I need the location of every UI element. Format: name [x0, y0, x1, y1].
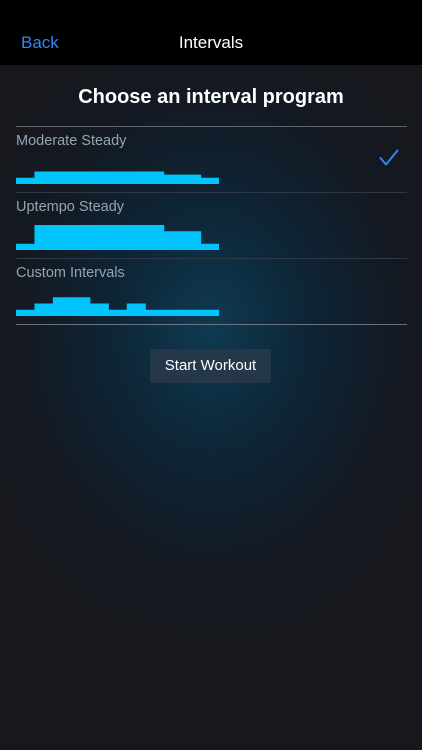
profile-segment: [108, 171, 128, 184]
page-heading: Choose an interval program: [78, 86, 344, 108]
program-row-custom-intervals[interactable]: Custom Intervals: [16, 258, 407, 324]
profile-segment: [163, 231, 183, 250]
profile-segment: [182, 174, 202, 184]
profile-segment: [89, 225, 109, 250]
profile-segment: [52, 297, 72, 316]
profile-segment: [52, 171, 72, 184]
profile-segment: [182, 309, 202, 316]
profile-segment: [200, 243, 219, 250]
program-list: Moderate Steady Uptempo Steady Custom In…: [16, 126, 407, 325]
program-name: Moderate Steady: [16, 133, 127, 149]
intensity-profile: [16, 225, 219, 250]
program-name: Custom Intervals: [16, 265, 125, 281]
program-row-moderate-steady[interactable]: Moderate Steady: [16, 127, 407, 192]
profile-segment: [71, 225, 91, 250]
program-row-uptempo-steady[interactable]: Uptempo Steady: [16, 192, 407, 258]
profile-segment: [126, 171, 146, 184]
nav-bar: Back Intervals: [0, 0, 422, 65]
intensity-profile: [16, 171, 219, 184]
profile-segment: [163, 309, 183, 316]
profile-segment: [16, 177, 36, 184]
start-workout-button[interactable]: Start Workout: [150, 349, 271, 383]
profile-segment: [34, 303, 54, 316]
profile-segment: [16, 243, 36, 250]
profile-segment: [16, 309, 36, 316]
profile-segment: [71, 171, 91, 184]
profile-segment: [34, 225, 54, 250]
profile-segment: [145, 309, 165, 316]
profile-segment: [145, 225, 165, 250]
profile-segment: [126, 225, 146, 250]
profile-segment: [145, 171, 165, 184]
profile-segment: [89, 303, 109, 316]
profile-segment: [108, 309, 128, 316]
profile-segment: [89, 171, 109, 184]
profile-segment: [34, 171, 54, 184]
intensity-profile: [16, 297, 219, 316]
checkmark-icon: [379, 149, 399, 166]
nav-title: Intervals: [178, 33, 244, 52]
profile-segment: [52, 225, 72, 250]
profile-segment: [182, 231, 202, 250]
profile-segment: [108, 225, 128, 250]
profile-segment: [163, 174, 183, 184]
profile-segment: [71, 297, 91, 316]
profile-segment: [126, 303, 146, 316]
program-name: Uptempo Steady: [16, 199, 125, 215]
profile-segment: [200, 309, 219, 316]
profile-segment: [200, 177, 219, 184]
